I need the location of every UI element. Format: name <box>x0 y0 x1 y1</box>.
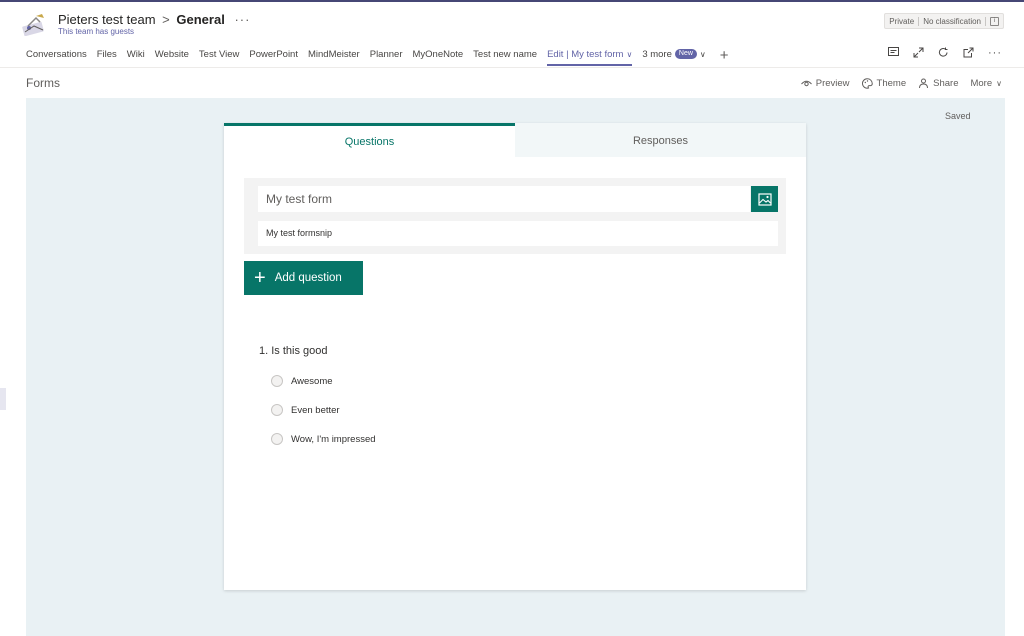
image-icon <box>757 192 772 206</box>
classification-label: No classification <box>923 16 981 26</box>
insert-image-button[interactable] <box>751 186 778 212</box>
tab-wiki[interactable]: Wiki <box>127 48 145 64</box>
tab-planner[interactable]: Planner <box>370 48 403 64</box>
eye-icon <box>800 80 812 87</box>
forms-actions: Preview Theme Share More ∨ <box>800 78 1002 89</box>
channel-name[interactable]: General <box>176 12 224 27</box>
tab-myonenote[interactable]: MyOneNote <box>412 48 463 64</box>
chevron-down-icon: ∨ <box>996 79 1002 88</box>
team-channel-title: Pieters test team > General ··· <box>58 12 250 27</box>
left-edge-handle <box>0 388 6 410</box>
question-title[interactable]: 1. Is this good <box>259 345 328 357</box>
share-icon <box>919 78 929 89</box>
form-title-input[interactable]: My test form <box>258 186 750 212</box>
tab-powerpoint[interactable]: PowerPoint <box>249 48 298 64</box>
tab-responses[interactable]: Responses <box>515 123 806 157</box>
palette-icon <box>861 78 873 89</box>
radio-button[interactable] <box>271 375 283 387</box>
theme-label: Theme <box>876 78 907 89</box>
tab-questions[interactable]: Questions <box>224 123 515 157</box>
add-tab-icon[interactable]: + <box>720 48 729 63</box>
choice-label: Wow, I'm impressed <box>291 433 376 445</box>
choice-option[interactable]: Awesome <box>271 375 333 387</box>
add-question-button[interactable]: + Add question <box>244 261 363 295</box>
preview-button[interactable]: Preview <box>800 78 850 89</box>
channel-header: Pieters test team > General ··· This tea… <box>0 2 1024 68</box>
team-name[interactable]: Pieters test team <box>58 12 156 27</box>
choice-option[interactable]: Wow, I'm impressed <box>271 433 376 445</box>
choice-label: Even better <box>291 404 340 416</box>
choice-label: Awesome <box>291 375 333 387</box>
more-label: More <box>970 78 993 89</box>
form-header-section: My test form My test formsnip <box>244 178 786 254</box>
form-description-input[interactable]: My test formsnip <box>258 221 778 246</box>
channel-tabs: Conversations Files Wiki Website Test Vi… <box>26 48 729 66</box>
share-button[interactable]: Share <box>918 78 958 89</box>
tab-edit-my-test-form[interactable]: Edit | My test form ∨ <box>547 48 633 66</box>
tab-mindmeister[interactable]: MindMeister <box>308 48 360 64</box>
form-editor-card: Questions Responses My test form My test… <box>224 123 806 590</box>
channel-more-button[interactable]: ··· <box>234 12 250 27</box>
choice-option[interactable]: Even better <box>271 404 340 416</box>
tab-conversations[interactable]: Conversations <box>26 48 87 64</box>
save-status: Saved <box>945 111 971 121</box>
preview-label: Preview <box>815 78 850 89</box>
refresh-icon[interactable] <box>938 47 949 58</box>
more-options-icon[interactable]: ··· <box>988 47 1002 58</box>
tab-more-dropdown[interactable]: 3 more New ∨ <box>642 48 705 64</box>
chat-icon[interactable] <box>888 47 899 58</box>
radio-button[interactable] <box>271 433 283 445</box>
more-menu-button[interactable]: More ∨ <box>970 78 1002 89</box>
plus-icon: + <box>254 267 266 289</box>
share-label: Share <box>933 78 959 89</box>
info-icon[interactable]: i <box>990 16 999 26</box>
new-badge: New <box>674 49 697 60</box>
chevron-down-icon: ∨ <box>626 50 633 59</box>
privacy-badge: Private No classification i <box>884 13 1004 29</box>
forms-app-title: Forms <box>26 76 60 90</box>
privacy-divider <box>985 16 986 26</box>
team-avatar[interactable] <box>22 12 48 36</box>
privacy-label: Private <box>889 16 915 26</box>
tab-test-view[interactable]: Test View <box>199 48 239 64</box>
radio-button[interactable] <box>271 404 283 416</box>
tab-files[interactable]: Files <box>97 48 117 64</box>
forms-toolbar: Forms Preview Theme Share More ∨ <box>0 68 1024 98</box>
add-question-label: Add question <box>274 272 342 284</box>
tab-edit-my-test-form-label: Edit | My test form <box>547 49 624 60</box>
breadcrumb-separator: > <box>162 12 170 27</box>
chevron-down-icon: ∨ <box>699 50 706 59</box>
theme-button[interactable]: Theme <box>861 78 907 89</box>
header-actions: ··· <box>888 47 1002 58</box>
tab-more-label: 3 more <box>642 49 672 60</box>
guests-note: This team has guests <box>58 27 135 36</box>
privacy-divider <box>918 16 920 26</box>
tab-website[interactable]: Website <box>155 48 189 64</box>
expand-icon[interactable] <box>913 47 924 58</box>
tab-test-new-name[interactable]: Test new name <box>473 48 537 64</box>
open-external-icon[interactable] <box>963 47 974 58</box>
